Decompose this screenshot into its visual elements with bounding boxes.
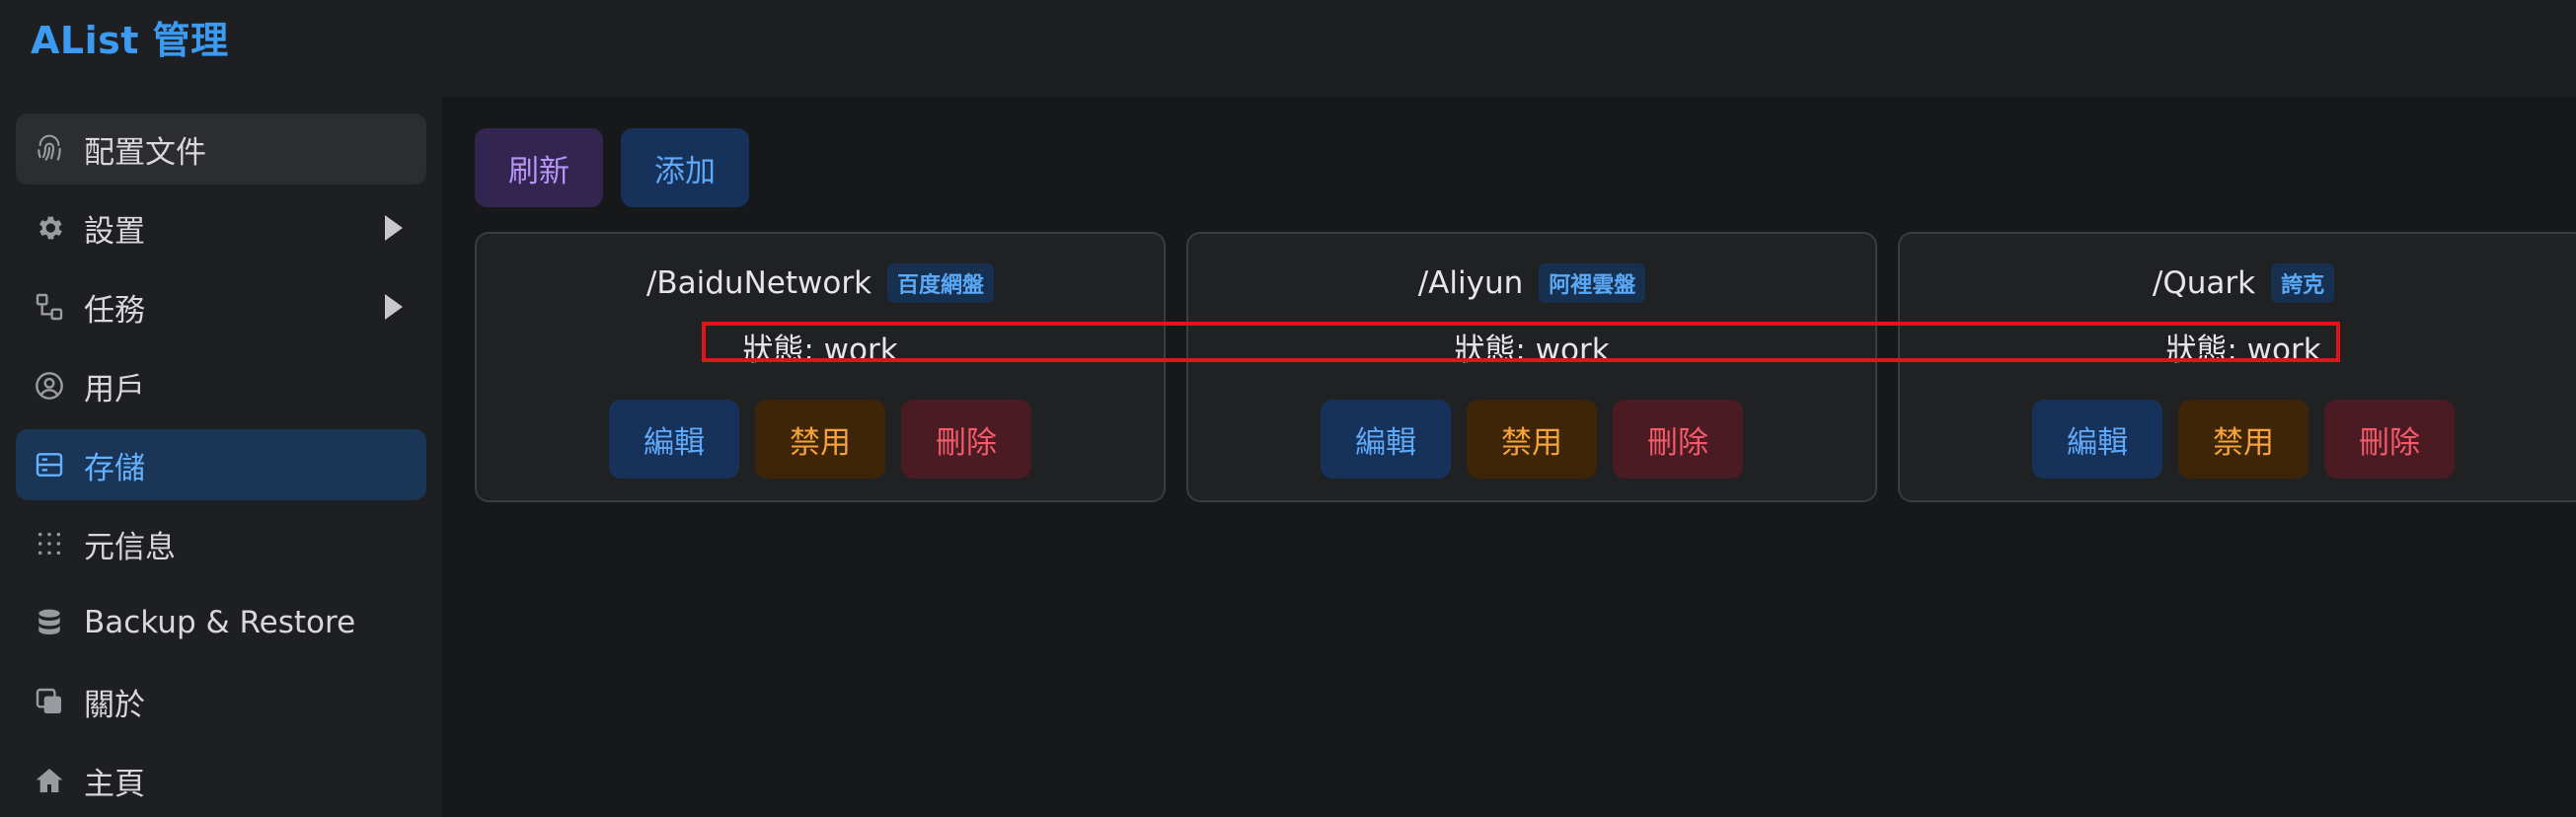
- sidebar-item-users[interactable]: 用戶: [16, 350, 426, 421]
- add-button[interactable]: 添加: [621, 128, 749, 207]
- storage-actions: 編輯 禁用 刪除: [1188, 400, 1875, 479]
- delete-button[interactable]: 刪除: [1613, 400, 1743, 479]
- home-icon: [32, 763, 67, 798]
- database-icon: [32, 605, 67, 640]
- sidebar-item-label: 用戶: [84, 371, 145, 408]
- storage-actions: 編輯 禁用 刪除: [477, 400, 1164, 479]
- refresh-button[interactable]: 刷新: [475, 128, 603, 207]
- sidebar-item-label: 存儲: [84, 450, 145, 486]
- highlight-box: [702, 322, 2340, 362]
- disable-button[interactable]: 禁用: [755, 400, 885, 479]
- storage-path: /BaiduNetwork: [645, 265, 872, 301]
- delete-button[interactable]: 刪除: [901, 400, 1031, 479]
- storage-actions: 編輯 禁用 刪除: [1900, 400, 2576, 479]
- user-circle-icon: [32, 368, 67, 404]
- disable-button[interactable]: 禁用: [1467, 400, 1597, 479]
- storage-card: /BaiduNetwork 百度網盤 狀態: work 編輯 禁用 刪除: [475, 232, 1166, 502]
- sidebar-item-backup[interactable]: Backup & Restore: [16, 587, 426, 658]
- chevron-right-icon: [381, 213, 407, 243]
- driver-badge: 阿裡雲盤: [1539, 263, 1646, 303]
- edit-button[interactable]: 編輯: [2032, 400, 2162, 479]
- storage-card: /Aliyun 阿裡雲盤 狀態: work 編輯 禁用 刪除: [1186, 232, 1877, 502]
- disable-button[interactable]: 禁用: [2178, 400, 2309, 479]
- storage-path: /Aliyun: [1417, 265, 1524, 301]
- sidebar-item-settings[interactable]: 設置: [16, 192, 426, 263]
- sidebar-item-storage[interactable]: 存儲: [16, 429, 426, 500]
- sidebar-item-home[interactable]: 主頁: [16, 745, 426, 816]
- sidebar-item-label: 設置: [84, 213, 145, 250]
- driver-badge: 誇克: [2271, 263, 2335, 303]
- storage-card-title: /BaiduNetwork 百度網盤: [477, 263, 1164, 303]
- edit-button[interactable]: 編輯: [1321, 400, 1451, 479]
- gear-icon: [32, 210, 67, 246]
- top-bar: AList 管理: [0, 0, 2576, 97]
- storage-card: /Quark 誇克 狀態: work 編輯 禁用 刪除: [1898, 232, 2576, 502]
- sidebar-item-tasks[interactable]: 任務: [16, 271, 426, 342]
- grid-dots-icon: [32, 526, 67, 561]
- driver-badge: 百度網盤: [887, 263, 995, 303]
- sidebar-item-label: 關於: [84, 687, 145, 723]
- delete-button[interactable]: 刪除: [2324, 400, 2455, 479]
- storage-icon: [32, 447, 67, 483]
- tasks-icon: [32, 289, 67, 325]
- copy-icon: [32, 684, 67, 719]
- edit-button[interactable]: 編輯: [609, 400, 739, 479]
- sidebar-item-label: 任務: [84, 292, 145, 329]
- sidebar-item-metas[interactable]: 元信息: [16, 508, 426, 579]
- sidebar-item-label: 元信息: [84, 529, 176, 565]
- sidebar-item-label: 主頁: [84, 766, 145, 802]
- fingerprint-icon: [32, 131, 67, 167]
- sidebar-item-label: 配置文件: [84, 134, 206, 171]
- storage-path: /Quark: [2152, 265, 2256, 301]
- app-title[interactable]: AList 管理: [31, 10, 229, 64]
- sidebar-item-about[interactable]: 關於: [16, 666, 426, 737]
- chevron-right-icon: [381, 292, 407, 322]
- sidebar-item-label: Backup & Restore: [84, 605, 356, 640]
- storage-card-title: /Aliyun 阿裡雲盤: [1188, 263, 1875, 303]
- storage-card-title: /Quark 誇克: [1900, 263, 2576, 303]
- sidebar-item-config[interactable]: 配置文件: [16, 113, 426, 185]
- sidebar: 配置文件 設置 任務 用戶 存儲 元信息 Backup & Restore 關於…: [0, 97, 442, 817]
